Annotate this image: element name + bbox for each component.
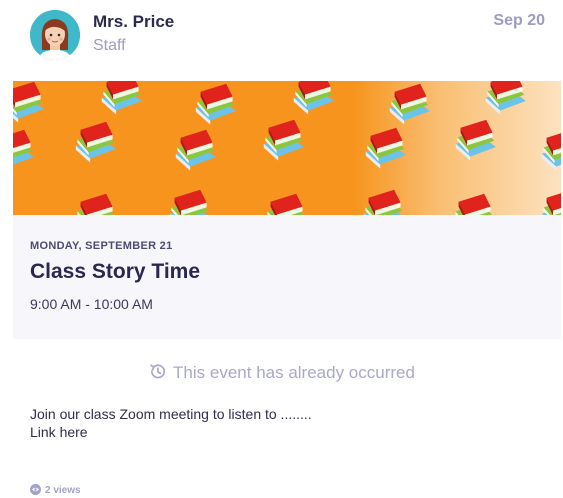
views-count[interactable]: 2 views bbox=[30, 484, 81, 498]
event-card[interactable]: MONDAY, SEPTEMBER 21 Class Story Time 9:… bbox=[13, 81, 561, 339]
event-status: This event has already occurred bbox=[0, 362, 563, 386]
event-title[interactable]: Class Story Time bbox=[30, 260, 200, 284]
event-status-text: This event has already occurred bbox=[173, 363, 415, 382]
post-body: Join our class Zoom meeting to listen to… bbox=[30, 405, 312, 441]
event-info: MONDAY, SEPTEMBER 21 Class Story Time 9:… bbox=[13, 215, 561, 339]
eye-icon bbox=[30, 484, 41, 498]
post-link-text[interactable]: Link here bbox=[30, 423, 312, 441]
books-banner-image bbox=[13, 81, 561, 215]
avatar[interactable] bbox=[30, 10, 80, 60]
post-body-line: Join our class Zoom meeting to listen to… bbox=[30, 406, 312, 422]
event-time: 9:00 AM - 10:00 AM bbox=[30, 296, 153, 312]
event-date: MONDAY, SEPTEMBER 21 bbox=[30, 240, 173, 252]
history-clock-icon bbox=[148, 362, 167, 386]
views-label: 2 views bbox=[45, 485, 81, 496]
post-date: Sep 20 bbox=[493, 12, 545, 29]
author-role: Staff bbox=[93, 37, 126, 54]
author-name[interactable]: Mrs. Price bbox=[93, 12, 174, 32]
post-header: Mrs. Price Staff Sep 20 bbox=[0, 0, 563, 70]
teacher-avatar-icon bbox=[30, 10, 80, 60]
